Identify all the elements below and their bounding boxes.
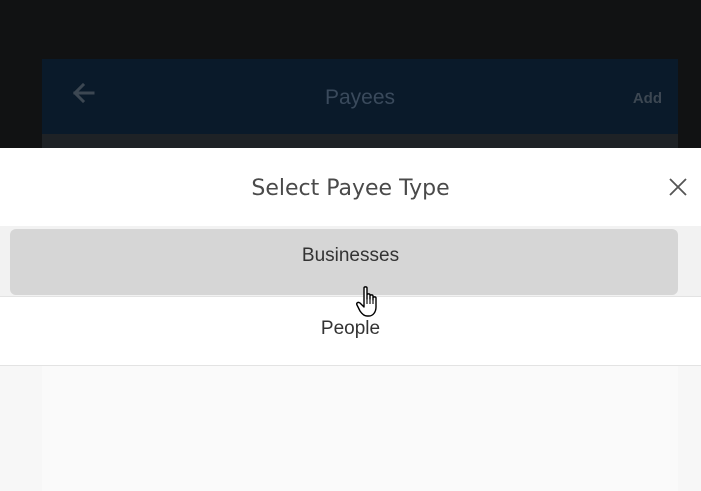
page-title: Payees (324, 86, 396, 109)
payees-header: Payees Add (42, 59, 678, 134)
underlying-content (42, 366, 678, 491)
option-people[interactable]: People (0, 296, 701, 366)
payee-type-sheet: Select Payee Type Businesses People (0, 148, 701, 491)
sheet-title: Select Payee Type (251, 176, 450, 201)
sheet-header: Select Payee Type (0, 148, 701, 226)
option-businesses[interactable]: Businesses (0, 226, 701, 295)
header-divider (42, 134, 678, 148)
sheet-empty-area (0, 366, 701, 491)
screen: Payees Add Select Payee Type Businesses … (0, 0, 701, 491)
option-label: People (320, 318, 381, 339)
add-payee-button[interactable]: Add (633, 90, 662, 107)
close-icon[interactable] (665, 172, 691, 202)
option-label: Businesses (301, 245, 400, 266)
sheet-options: Businesses People (0, 226, 701, 491)
